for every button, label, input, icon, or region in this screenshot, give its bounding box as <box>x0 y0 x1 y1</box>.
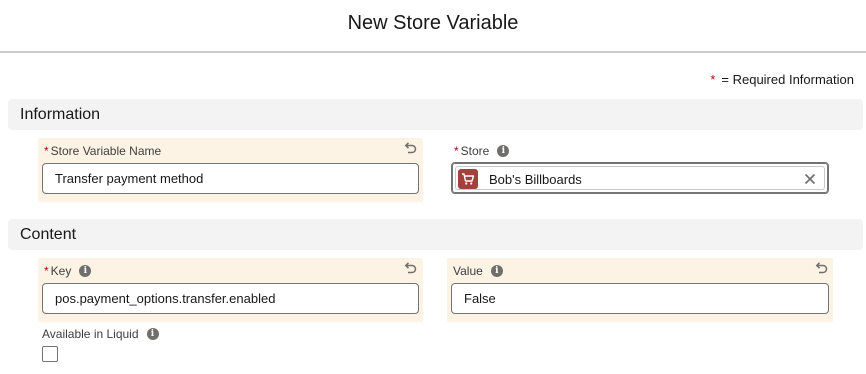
info-icon[interactable]: i <box>490 265 503 277</box>
required-star: * <box>710 72 716 87</box>
value-label-text: Value <box>453 264 483 278</box>
value-input[interactable] <box>451 283 829 314</box>
store-lookup-pill[interactable]: Bob's Billboards <box>455 166 825 190</box>
store-lookup-value: Bob's Billboards <box>489 172 582 187</box>
undo-icon[interactable] <box>402 260 418 276</box>
key-input[interactable] <box>42 283 419 314</box>
key-field: * Key i <box>38 258 423 322</box>
store-label-text: Store <box>460 144 490 158</box>
store-variable-name-input[interactable] <box>42 163 419 194</box>
modal-title: New Store Variable <box>347 12 519 34</box>
info-icon[interactable]: i <box>79 265 92 277</box>
store-label: * Store i <box>454 144 510 158</box>
required-indicator: * <box>44 264 49 278</box>
store-variable-name-field: * Store Variable Name <box>38 138 423 202</box>
section-title-information: Information <box>20 105 101 123</box>
key-label-text: Key <box>50 264 72 278</box>
section-header-content[interactable]: Content <box>8 219 863 250</box>
store-variable-name-label-text: Store Variable Name <box>50 144 162 158</box>
shopping-cart-icon <box>458 169 478 189</box>
value-field: Value i <box>447 258 833 322</box>
undo-icon[interactable] <box>402 140 418 156</box>
store-variable-name-label: * Store Variable Name <box>44 144 161 158</box>
info-icon[interactable]: i <box>146 328 159 340</box>
info-icon[interactable]: i <box>497 145 510 157</box>
required-legend: * = Required Information <box>710 72 854 87</box>
available-in-liquid-checkbox[interactable] <box>42 346 58 362</box>
undo-icon[interactable] <box>813 260 829 276</box>
required-legend-text: = Required Information <box>721 72 854 87</box>
section-title-content: Content <box>20 225 77 243</box>
clear-selection-icon[interactable] <box>802 171 818 187</box>
section-header-information[interactable]: Information <box>8 99 863 130</box>
store-lookup[interactable]: Bob's Billboards <box>451 162 829 194</box>
value-label: Value i <box>453 264 503 278</box>
available-in-liquid-label-text: Available in Liquid <box>42 327 139 341</box>
required-indicator: * <box>44 144 49 158</box>
key-label: * Key i <box>44 264 92 278</box>
required-indicator: * <box>454 144 459 158</box>
available-in-liquid-label: Available in Liquid i <box>42 327 159 341</box>
modal-header: New Store Variable <box>0 0 866 53</box>
